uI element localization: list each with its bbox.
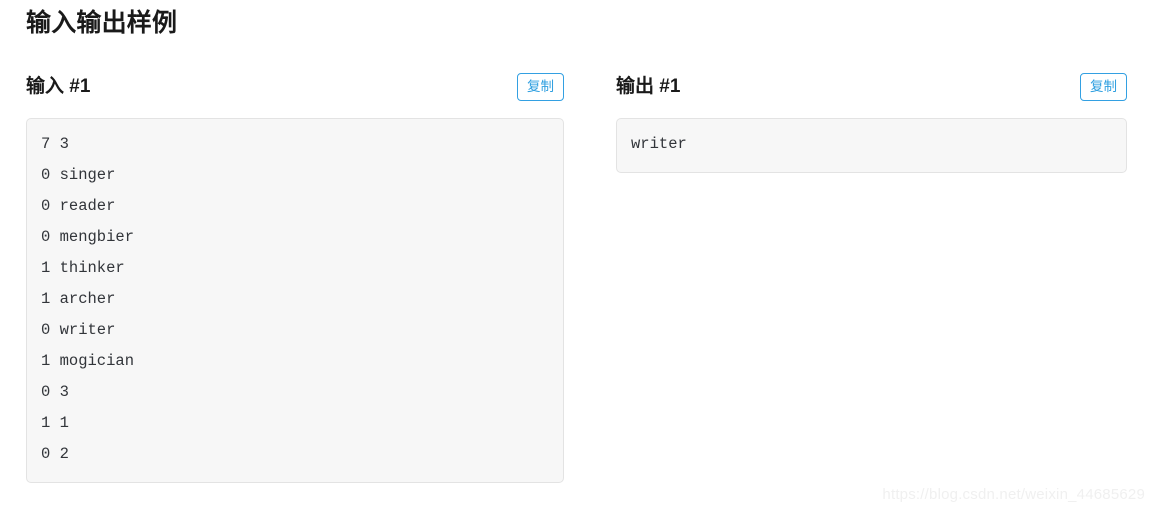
sample-input-header: 输入 #1 复制: [26, 68, 564, 106]
page-title: 输入输出样例: [26, 9, 178, 37]
sample-input-title: 输入 #1: [26, 75, 91, 97]
sample-io-panel: 输入输出样例 输入 #1 复制 7 3 0 singer 0 reader 0 …: [0, 0, 1153, 510]
samples-columns: 输入 #1 复制 7 3 0 singer 0 reader 0 mengbie…: [0, 68, 1153, 483]
copy-input-button[interactable]: 复制: [517, 72, 564, 102]
sample-input-column: 输入 #1 复制 7 3 0 singer 0 reader 0 mengbie…: [0, 68, 590, 483]
sample-output-column: 输出 #1 复制 writer: [590, 68, 1153, 173]
sample-output-header: 输出 #1 复制: [616, 68, 1127, 106]
sample-output-content[interactable]: writer: [616, 118, 1127, 173]
sample-input-content[interactable]: 7 3 0 singer 0 reader 0 mengbier 1 think…: [26, 118, 564, 483]
copy-output-button[interactable]: 复制: [1080, 72, 1127, 102]
watermark-text: https://blog.csdn.net/weixin_44685629: [882, 486, 1145, 503]
sample-output-title: 输出 #1: [616, 75, 681, 97]
